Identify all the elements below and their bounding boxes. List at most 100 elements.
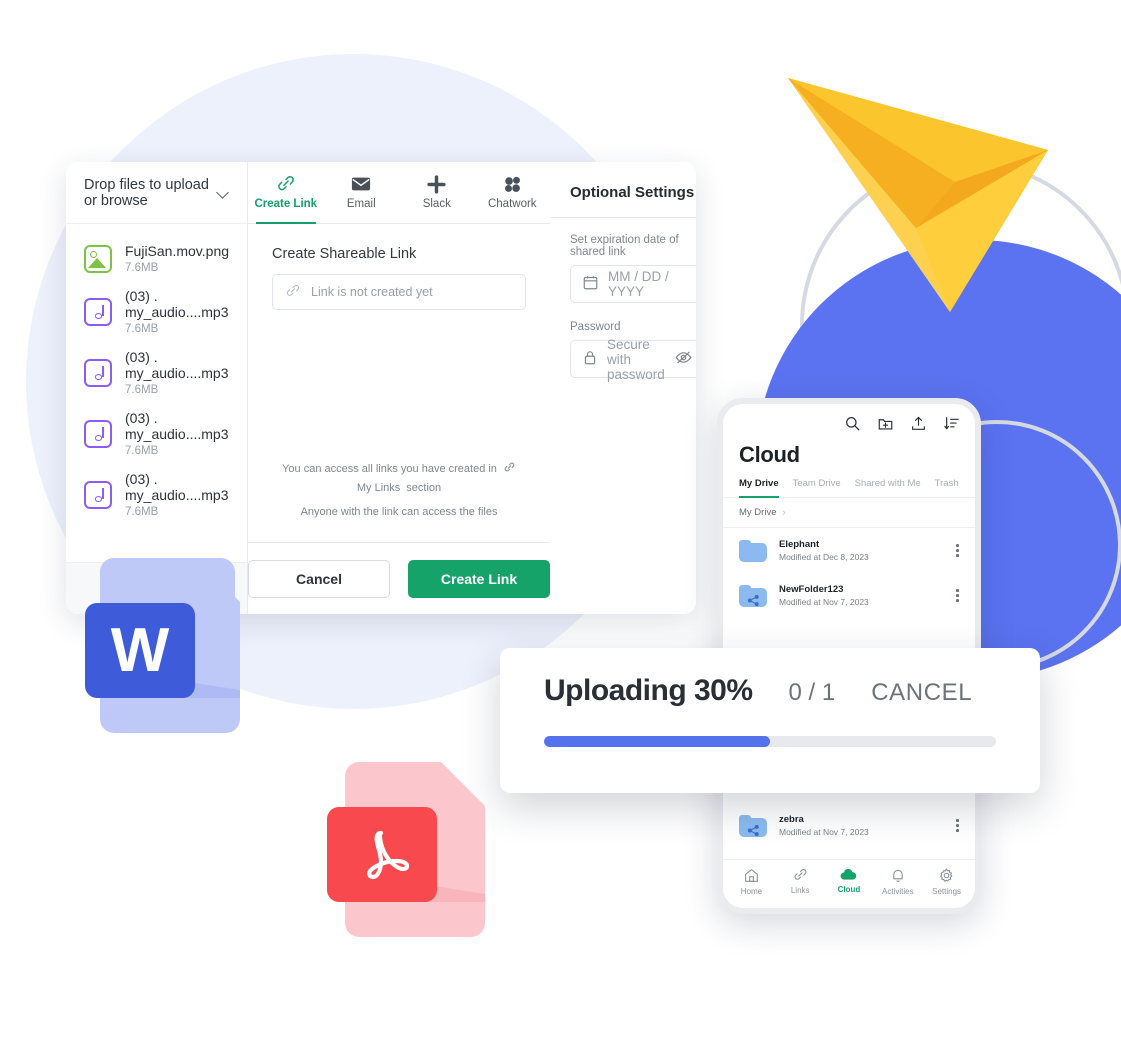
mobile-toolbar — [723, 404, 975, 440]
create-link-button[interactable]: Create Link — [408, 559, 551, 598]
acrobat-glyph — [367, 830, 410, 879]
item-modified: Modified at Nov 7, 2023 — [779, 597, 869, 607]
my-links-note: You can access all links you have create… — [262, 462, 536, 494]
item-name: NewFolder123 — [779, 584, 844, 595]
mobile-tab-team-drive[interactable]: Team Drive — [793, 478, 841, 497]
tab-create-link[interactable]: Create Link — [248, 162, 324, 224]
list-item[interactable]: Elephant Modified at Dec 8, 2023 — [723, 528, 975, 573]
tab-slack[interactable]: Slack — [399, 162, 475, 223]
tab-email[interactable]: Email — [324, 162, 400, 223]
shared-folder-icon — [739, 814, 767, 837]
file-name: FujiSan.mov.png — [125, 243, 230, 259]
uploaded-file-list: FujiSan.mov.png 7.6MB (03) . my_audio...… — [66, 224, 247, 562]
lock-icon — [583, 350, 597, 368]
word-letter: W — [110, 615, 170, 685]
search-icon[interactable] — [845, 416, 860, 436]
shareable-link-placeholder: Link is not created yet — [311, 285, 433, 299]
my-links-link[interactable]: My Links — [357, 482, 400, 494]
list-item[interactable]: (03) . my_audio....mp3 7.6MB — [66, 281, 247, 342]
nav-cloud[interactable]: Cloud — [825, 868, 874, 896]
dialog-actions: Cancel Create Link — [248, 542, 551, 614]
nav-label: Activities — [882, 887, 914, 896]
optional-settings-title: Optional Settings — [570, 184, 695, 201]
link-icon — [276, 175, 296, 193]
expiration-placeholder: MM / DD / YYYY — [608, 269, 669, 299]
upload-panel: Drop files to upload or browse FujiSan.m… — [66, 162, 249, 614]
item-name: Elephant — [779, 539, 820, 550]
image-file-icon — [84, 244, 112, 273]
shared-folder-icon — [739, 584, 767, 607]
create-shareable-link-title: Create Shareable Link — [272, 246, 417, 262]
pdf-document-icon — [327, 762, 490, 937]
list-item[interactable]: (03) . my_audio....mp3 7.6MB — [66, 403, 247, 464]
upload-progress-card: Uploading 30% 0 / 1 CANCEL — [500, 648, 1040, 793]
envelope-icon — [351, 175, 371, 193]
audio-file-icon — [84, 297, 112, 326]
tab-label: Chatwork — [487, 198, 537, 210]
link-icon — [503, 462, 516, 476]
sort-icon[interactable] — [944, 416, 959, 436]
mobile-tabs: My Drive Team Drive Shared with Me Trash — [723, 478, 975, 498]
file-size: 7.6MB — [125, 506, 159, 518]
cloud-icon — [841, 869, 857, 880]
list-item[interactable]: (03) . my_audio....mp3 7.6MB — [66, 464, 247, 525]
list-item[interactable]: zebra Modified at Nov 7, 2023 — [723, 803, 975, 848]
list-item[interactable]: FujiSan.mov.png 7.6MB — [66, 236, 247, 281]
shareable-link-field[interactable]: Link is not created yet — [272, 274, 527, 310]
upload-progress-bar — [544, 736, 996, 747]
note-suffix: section — [406, 482, 442, 494]
chevron-right-icon: › — [782, 507, 786, 518]
mobile-bottom-nav: Home Links Cloud Activities Settings — [723, 859, 975, 908]
file-size: 7.6MB — [125, 445, 159, 457]
more-options-icon[interactable] — [956, 589, 959, 602]
eye-off-icon[interactable] — [675, 350, 692, 368]
list-item[interactable]: NewFolder123 Modified at Nov 7, 2023 — [723, 573, 975, 618]
password-field[interactable]: Secure with password — [570, 337, 696, 382]
share-tabs: Create Link Email Slack Chatwork — [248, 162, 551, 224]
item-modified: Modified at Dec 8, 2023 — [779, 552, 869, 562]
nav-home[interactable]: Home — [727, 868, 776, 896]
nav-activities[interactable]: Activities — [873, 868, 922, 896]
create-link-body: Create Shareable Link Link is not create… — [248, 224, 550, 462]
chevron-down-icon[interactable] — [217, 187, 229, 199]
breadcrumb: My Drive › — [723, 498, 975, 528]
upload-progress-fill — [544, 736, 770, 747]
drop-files-header[interactable]: Drop files to upload or browse — [66, 162, 248, 224]
file-size: 7.6MB — [125, 384, 159, 396]
access-note: Anyone with the link can access the file… — [300, 506, 498, 518]
new-folder-icon[interactable] — [878, 416, 893, 436]
share-dialog: Drop files to upload or browse FujiSan.m… — [66, 162, 696, 614]
expiration-date-field[interactable]: MM / DD / YYYY — [570, 265, 696, 303]
nav-links[interactable]: Links — [776, 868, 825, 896]
divider — [550, 217, 696, 218]
paper-plane-icon — [780, 62, 1060, 312]
list-item[interactable]: (03) . my_audio....mp3 7.6MB — [66, 342, 247, 403]
cancel-button[interactable]: Cancel — [248, 559, 391, 598]
mobile-tab-my-drive[interactable]: My Drive — [739, 478, 779, 498]
item-name: zebra — [779, 814, 804, 825]
tab-label: Slack — [422, 198, 451, 210]
mobile-tab-trash[interactable]: Trash — [935, 478, 959, 497]
mobile-tab-shared-with-me[interactable]: Shared with Me — [855, 478, 921, 497]
file-name: (03) . my_audio....mp3 — [125, 410, 229, 442]
link-icon — [794, 869, 807, 880]
folder-icon — [739, 539, 767, 562]
note-prefix: You can access all links you have create… — [282, 463, 497, 475]
audio-file-icon — [84, 480, 112, 509]
optional-settings-panel: Optional Settings Set expiration date of… — [550, 162, 696, 614]
more-options-icon[interactable] — [956, 544, 959, 557]
file-size: 7.6MB — [125, 262, 159, 274]
file-name: (03) . my_audio....mp3 — [125, 288, 229, 320]
upload-count: 0 / 1 — [788, 679, 836, 706]
breadcrumb-item[interactable]: My Drive — [739, 507, 776, 518]
create-link-notes: You can access all links you have create… — [248, 462, 550, 542]
password-placeholder: Secure with password — [607, 336, 665, 382]
upload-icon[interactable] — [911, 416, 926, 436]
nav-settings[interactable]: Settings — [922, 868, 971, 896]
upload-cancel-button[interactable]: CANCEL — [871, 679, 972, 707]
nav-label: Home — [740, 887, 763, 896]
more-options-icon[interactable] — [956, 819, 959, 832]
tab-chatwork[interactable]: Chatwork — [475, 162, 551, 223]
calendar-icon — [583, 275, 598, 293]
password-label: Password — [570, 321, 621, 333]
